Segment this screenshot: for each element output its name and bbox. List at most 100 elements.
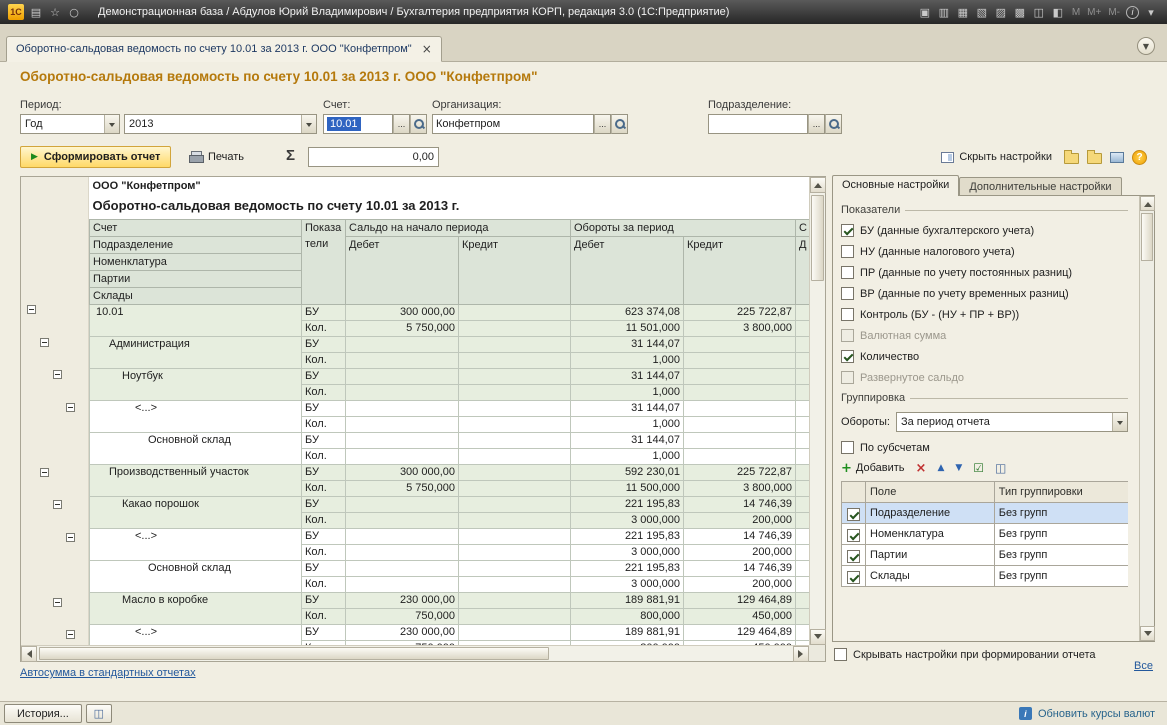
chevron-down-icon[interactable] [301, 115, 316, 133]
report-row-label[interactable]: <...> [90, 528, 302, 560]
calculator-memory-button[interactable]: M [1070, 7, 1082, 18]
search-button[interactable] [825, 114, 842, 134]
report-row-label[interactable]: Основной склад [90, 432, 302, 464]
amount-cell[interactable] [459, 304, 571, 320]
amount-cell[interactable] [684, 352, 796, 368]
amount-cell[interactable]: 1,000 [571, 416, 684, 432]
grouping-field-cell[interactable]: Склады [866, 566, 995, 587]
tab-report[interactable]: Оборотно-сальдовая ведомость по счету 10… [6, 36, 442, 62]
autosum-link[interactable]: Автосумма в стандартных отчетах [20, 667, 196, 679]
amount-cell[interactable] [684, 368, 796, 384]
tree-expander-icon[interactable] [53, 598, 62, 607]
report-row-label[interactable]: 10.01 [90, 304, 302, 336]
indicator-option[interactable]: Количество [841, 350, 1128, 363]
amount-cell[interactable]: 5 750,000 [346, 320, 459, 336]
delete-button[interactable]: × [916, 463, 927, 474]
amount-cell[interactable]: 3 000,000 [571, 544, 684, 560]
checkbox[interactable] [841, 266, 854, 279]
checkbox[interactable] [841, 245, 854, 258]
checkbox[interactable] [841, 287, 854, 300]
choose-button[interactable]: ... [393, 114, 410, 134]
history-clock-icon[interactable]: ○ [66, 4, 82, 20]
amount-cell[interactable] [684, 336, 796, 352]
amount-cell[interactable]: 14 746,39 [684, 496, 796, 512]
indicator-cell[interactable]: Кол. [302, 480, 346, 496]
save-report-variant-icon[interactable] [1064, 153, 1079, 164]
amount-cell[interactable] [346, 368, 459, 384]
amount-cell[interactable] [459, 384, 571, 400]
indicator-cell[interactable]: БУ [302, 496, 346, 512]
amount-cell[interactable]: 592 230,01 [571, 464, 684, 480]
tab-main-settings[interactable]: Основные настройки [832, 175, 959, 196]
compare-files-icon[interactable]: ▨ [993, 4, 1009, 20]
grouping-row-checkbox-cell[interactable] [842, 503, 866, 524]
checkbox[interactable] [834, 648, 847, 661]
amount-cell[interactable]: 1,000 [571, 352, 684, 368]
amount-cell[interactable] [346, 560, 459, 576]
amount-cell[interactable] [346, 352, 459, 368]
all-link[interactable]: Все [1134, 660, 1153, 672]
amount-cell[interactable] [684, 400, 796, 416]
amount-cell[interactable]: 3 000,000 [571, 512, 684, 528]
amount-cell[interactable]: 14 746,39 [684, 528, 796, 544]
indicator-option[interactable]: БУ (данные бухгалтерского учета) [841, 224, 1128, 237]
checkbox[interactable] [841, 308, 854, 321]
tree-expander-icon[interactable] [53, 500, 62, 509]
tree-expander-icon[interactable] [53, 370, 62, 379]
tree-expander-icon[interactable] [66, 533, 75, 542]
grouping-row[interactable]: СкладыБез групп [842, 566, 1129, 587]
indicator-cell[interactable]: БУ [302, 528, 346, 544]
tree-expander-icon[interactable] [66, 403, 75, 412]
scroll-right-button[interactable] [793, 646, 809, 662]
indicator-cell[interactable]: Кол. [302, 448, 346, 464]
autosum-value-field[interactable]: 0,00 [308, 147, 439, 167]
indicator-cell[interactable]: БУ [302, 368, 346, 384]
chevron-down-icon[interactable] [104, 115, 119, 133]
move-down-button[interactable]: ▼ [955, 463, 962, 473]
check-all-button[interactable]: ☑ [973, 463, 984, 474]
amount-cell[interactable] [684, 448, 796, 464]
scroll-down-button[interactable] [810, 629, 826, 645]
service-menu-icon[interactable]: ▤ [28, 4, 44, 20]
grouping-field-cell[interactable]: Номенклатура [866, 524, 995, 545]
amount-cell[interactable]: 31 144,07 [571, 368, 684, 384]
amount-cell[interactable]: 200,000 [684, 512, 796, 528]
chevron-down-icon[interactable]: ▾ [1143, 4, 1159, 20]
amount-cell[interactable] [346, 432, 459, 448]
report-row-label[interactable]: Ноутбук [90, 368, 302, 400]
checkbox[interactable] [847, 571, 860, 584]
amount-cell[interactable] [459, 576, 571, 592]
amount-cell[interactable] [684, 384, 796, 400]
indicator-cell[interactable]: Кол. [302, 384, 346, 400]
load-report-variant-icon[interactable] [1087, 153, 1102, 164]
save-copy-icon[interactable]: ▥ [936, 4, 952, 20]
report-org-cell[interactable]: ООО "Конфетпром" [90, 177, 810, 195]
amount-cell[interactable] [459, 432, 571, 448]
amount-cell[interactable]: 200,000 [684, 544, 796, 560]
indicator-cell[interactable]: БУ [302, 464, 346, 480]
amount-cell[interactable] [684, 432, 796, 448]
amount-cell[interactable] [459, 368, 571, 384]
report-row-label[interactable]: Администрация [90, 336, 302, 368]
amount-cell[interactable] [459, 608, 571, 624]
amount-cell[interactable]: 129 464,89 [684, 592, 796, 608]
amount-cell[interactable] [346, 336, 459, 352]
indicator-cell[interactable]: БУ [302, 560, 346, 576]
save-icon[interactable]: ▣ [917, 4, 933, 20]
grouping-row-checkbox-cell[interactable] [842, 545, 866, 566]
amount-cell[interactable] [346, 416, 459, 432]
amount-cell[interactable]: 230 000,00 [346, 592, 459, 608]
indicator-cell[interactable]: Кол. [302, 320, 346, 336]
period-kind-select[interactable]: Год [20, 114, 120, 134]
amount-cell[interactable]: 14 746,39 [684, 560, 796, 576]
account-input[interactable]: 10.01 [323, 114, 393, 134]
scroll-down-button[interactable] [1140, 626, 1155, 641]
amount-cell[interactable] [459, 464, 571, 480]
close-icon[interactable]: × [422, 42, 432, 56]
tree-expander-icon[interactable] [66, 630, 75, 639]
amount-cell[interactable] [459, 448, 571, 464]
amount-cell[interactable]: 300 000,00 [346, 304, 459, 320]
amount-cell[interactable]: 3 800,000 [684, 320, 796, 336]
amount-cell[interactable]: 200,000 [684, 576, 796, 592]
amount-cell[interactable]: 5 750,000 [346, 480, 459, 496]
